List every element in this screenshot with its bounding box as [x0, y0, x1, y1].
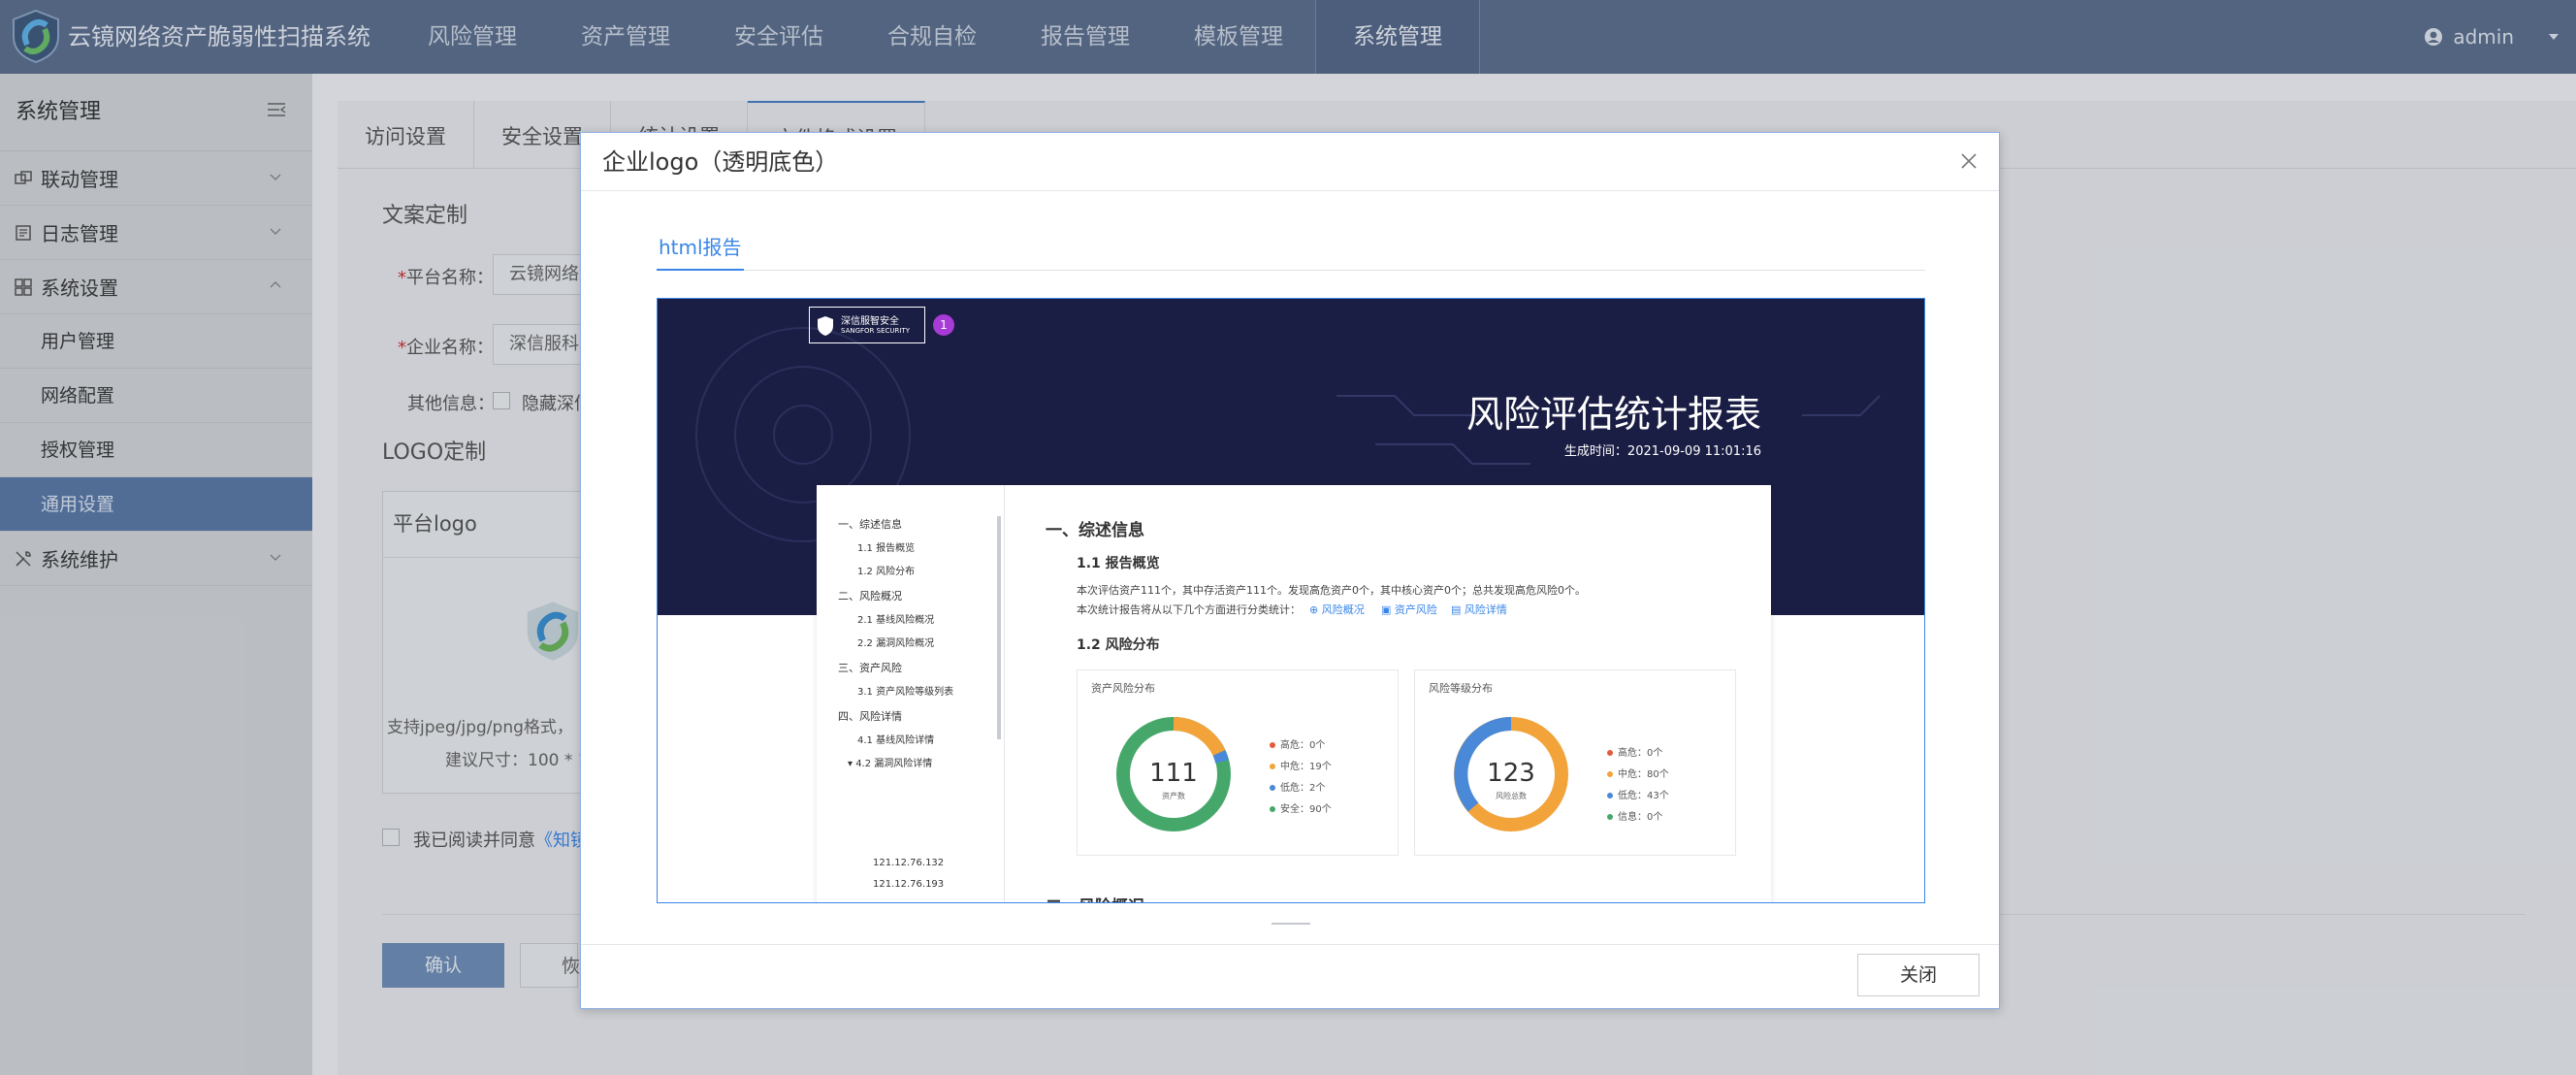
toc-item[interactable]: 3.1 资产风险等级列表 [857, 683, 953, 698]
legend-item: 低危：43个 [1607, 787, 1669, 801]
donut-center-sub: 风险总数 [1496, 791, 1527, 800]
logo-badge: 1 [933, 314, 954, 336]
donut-center-sub: 资产数 [1162, 791, 1185, 800]
asset-risk-card: 资产风险分布 111 资产数 高危：0个 中危：19个 低危：2个 安全：90个 [1077, 669, 1399, 856]
toc-item[interactable]: 1.1 报告概览 [857, 539, 915, 554]
toc-item[interactable]: 121.12.76.193 [873, 879, 944, 890]
card-title: 风险等级分布 [1429, 682, 1493, 695]
modal-footer-divider [581, 944, 1999, 945]
report-toc: 一、综述信息 1.1 报告概览 1.2 风险分布 二、风险概况 2.1 基线风险… [817, 485, 1005, 902]
modal-tabs: html报告 [657, 232, 1925, 271]
report-paper: 一、综述信息 1.1 报告概览 1.2 风险分布 二、风险概况 2.1 基线风险… [817, 485, 1771, 902]
risk-level-card: 风险等级分布 123 风险总数 高危：0个 中危：80个 低危：43个 信息：0… [1414, 669, 1736, 856]
toc-item[interactable]: 4.1 基线风险详情 [857, 732, 934, 746]
donut-center-value: 123 [1487, 759, 1535, 788]
donut-center-value: 111 [1149, 759, 1198, 788]
legend-item: 中危：19个 [1270, 758, 1332, 772]
close-icon[interactable] [1954, 147, 1983, 176]
report-time: 生成时间：2021-09-09 11:01:16 [1563, 444, 1761, 459]
risk-donut-chart: 123 风险总数 [1454, 717, 1568, 831]
asset-donut-chart: 111 资产数 [1116, 717, 1231, 831]
legend-item: 中危：80个 [1607, 766, 1669, 780]
overview-intro: 本次统计报告将从以下几个方面进行分类统计： [1077, 603, 1301, 616]
toc-item[interactable]: 121.12.76.132 [873, 858, 944, 868]
brand-line-1: 深信服智安全 [841, 316, 899, 327]
link-risk-detail[interactable]: ▤ 风险详情 [1451, 602, 1507, 617]
toc-item[interactable]: 四、风险详情 [838, 708, 902, 724]
report-preview[interactable]: 深信服智安全 SANGFOR SECURITY 1 风险评估统计报表 生成时间：… [657, 298, 1925, 903]
toc-item[interactable]: 二、风险概况 [838, 588, 902, 603]
legend-item: 信息：0个 [1607, 808, 1662, 823]
toc-item[interactable]: 三、资产风险 [838, 660, 902, 675]
section-heading: 二、风险概况 [1046, 893, 1144, 902]
toc-item[interactable]: 2.1 基线风险概况 [857, 611, 934, 626]
modal-title: 企业logo（透明底色） [602, 148, 839, 176]
toc-item[interactable]: 1.2 风险分布 [857, 563, 915, 577]
overview-text: 本次评估资产111个，其中存活资产111个。发现高危资产0个，其中核心资产0个；… [1077, 584, 1586, 597]
legend-item: 低危：2个 [1270, 779, 1325, 794]
logo-preview-modal: 企业logo（透明底色） html报告 深信服智安全 SANGFOR SECUR… [580, 132, 2000, 1009]
subsection-heading: 1.2 风险分布 [1077, 637, 1160, 653]
sangfor-logo: 深信服智安全 SANGFOR SECURITY [809, 307, 925, 343]
section-heading: 一、综述信息 [1046, 521, 1144, 540]
brand-line-2: SANGFOR SECURITY [841, 327, 911, 335]
toc-item[interactable]: 一、综述信息 [838, 516, 902, 532]
report-title: 风险评估统计报表 [1465, 393, 1761, 436]
subsection-heading: 1.1 报告概览 [1077, 556, 1160, 571]
legend-item: 安全：90个 [1270, 800, 1332, 815]
modal-header: 企业logo（透明底色） [581, 133, 1999, 191]
link-risk-overview[interactable]: ⊕ 风险概况 [1309, 602, 1365, 617]
link-asset-risk[interactable]: ▣ 资产风险 [1381, 602, 1437, 617]
toc-item[interactable]: 2.2 漏洞风险概况 [857, 635, 934, 649]
legend-item: 高危：0个 [1270, 736, 1325, 751]
tab-html-report[interactable]: html报告 [657, 232, 744, 271]
shield-icon [818, 316, 833, 336]
legend-item: 高危：0个 [1607, 744, 1662, 759]
card-title: 资产风险分布 [1091, 682, 1155, 695]
toc-scrollbar[interactable] [997, 516, 1001, 739]
toc-item[interactable]: ▾ 4.2 漏洞风险详情 [848, 755, 932, 769]
resize-handle[interactable] [1272, 923, 1310, 925]
close-button[interactable]: 关闭 [1857, 954, 1980, 996]
